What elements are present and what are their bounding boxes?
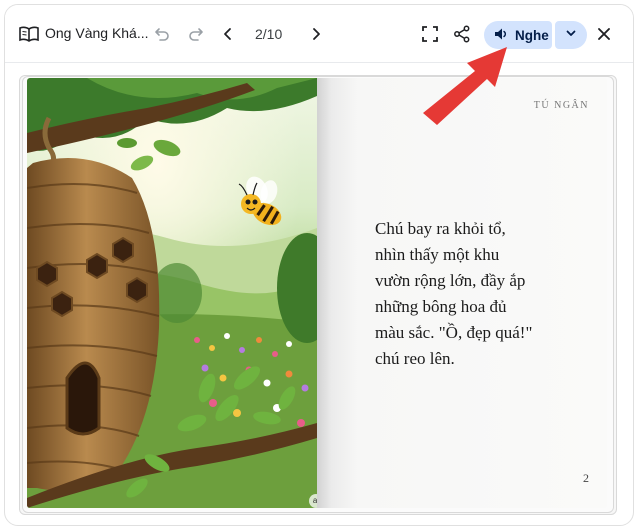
share-icon[interactable] [451,23,473,45]
chevron-left-icon[interactable] [217,23,239,45]
listen-options-dropdown[interactable] [555,21,587,49]
book-title: Ong Vàng Khá... [45,25,149,41]
reader-window: Ong Vàng Khá... 2/10 Nghe ai TÚ NGÂN Chú… [4,4,634,526]
story-line: chú reo lên. [375,349,455,368]
redo-icon[interactable] [185,23,207,45]
story-line: nhìn thấy một khu [375,245,500,264]
toolbar: Ong Vàng Khá... 2/10 Nghe [5,5,633,63]
page-number: 2 [583,471,589,485]
listen-label: Nghe [515,27,549,43]
chevron-down-icon [565,26,577,44]
author-name: TÚ NGÂN [533,100,589,111]
close-icon[interactable] [593,23,615,45]
book-open-icon [19,25,39,43]
story-line: Chú bay ra khỏi tổ, [375,219,506,238]
chevron-right-icon[interactable] [305,23,327,45]
text-page: TÚ NGÂN Chú bay ra khỏi tổ, nhìn thấy mộ… [317,78,607,508]
fullscreen-icon[interactable] [419,23,441,45]
illustration-page [27,78,317,508]
book-spread: ai TÚ NGÂN Chú bay ra khỏi tổ, nhìn thấy… [19,75,617,515]
annotation-arrow-icon [423,47,507,125]
bee-hive-illustration [27,78,317,508]
undo-icon[interactable] [151,23,173,45]
story-line: những bông hoa đủ [375,297,507,316]
story-line: màu sắc. "Ồ, đẹp quá!" [375,323,533,342]
page-indicator: 2/10 [255,26,283,42]
volume-icon [494,27,508,44]
story-text: Chú bay ra khỏi tổ, nhìn thấy một khu vư… [375,216,585,372]
story-line: vườn rộng lớn, đầy ắp [375,271,526,290]
